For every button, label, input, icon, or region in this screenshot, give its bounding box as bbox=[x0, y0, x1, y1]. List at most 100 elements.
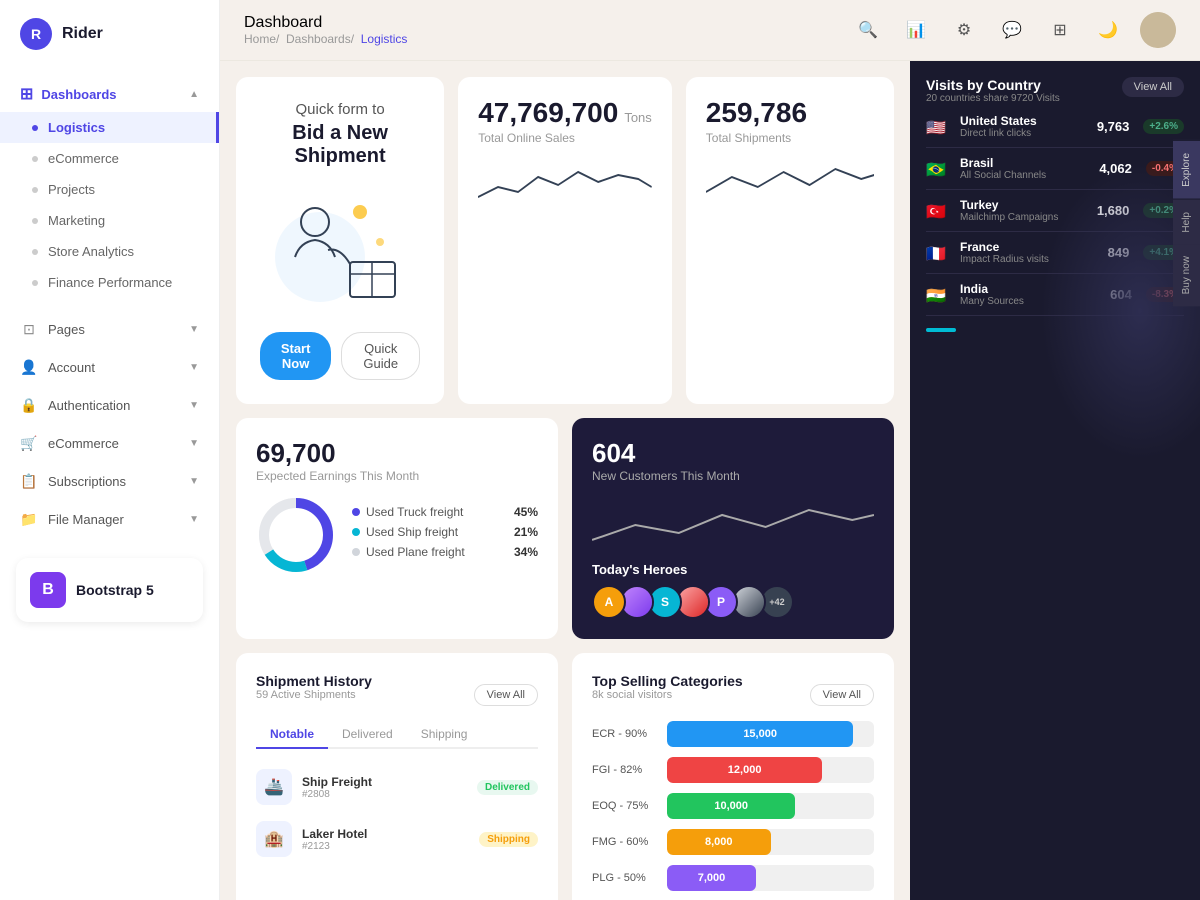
bar-bg: 8,000 bbox=[667, 829, 874, 855]
bar-fill: 10,000 bbox=[667, 793, 795, 819]
chevron-down-icon: ▼ bbox=[189, 438, 199, 449]
flag-us: 🇺🇸 bbox=[926, 118, 950, 136]
legend-truck: Used Truck freight 45% bbox=[352, 505, 538, 519]
status-badge: Delivered bbox=[477, 780, 538, 795]
side-tabs: Explore Help Buy now bbox=[1173, 140, 1200, 307]
right-panel: Visits by Country 20 countries share 972… bbox=[910, 61, 1200, 900]
dot-icon bbox=[32, 187, 38, 193]
tab-notable[interactable]: Notable bbox=[256, 721, 328, 749]
auth-icon: 🔒 bbox=[20, 396, 38, 414]
dot-icon bbox=[32, 125, 38, 131]
bar-fill: 15,000 bbox=[667, 721, 853, 747]
dot-icon bbox=[32, 249, 38, 255]
quick-guide-button[interactable]: Quick Guide bbox=[341, 332, 420, 380]
bar-bg: 12,000 bbox=[667, 757, 874, 783]
pages-icon: ⊡ bbox=[20, 320, 38, 338]
subscriptions-icon: 📋 bbox=[20, 472, 38, 490]
page-header: Dashboard Home/ Dashboards/ Logistics 🔍 … bbox=[220, 0, 1200, 61]
visits-view-all[interactable]: View All bbox=[1122, 77, 1184, 97]
online-sales-label: Total Online Sales bbox=[478, 131, 652, 145]
shipments-chart bbox=[706, 157, 874, 207]
list-item: PLG - 50% 7,000 bbox=[592, 865, 874, 891]
flag-fr: 🇫🇷 bbox=[926, 244, 950, 262]
sidebar-item-store-analytics[interactable]: Store Analytics bbox=[0, 236, 219, 267]
earnings-card: 69,700 Expected Earnings This Month bbox=[236, 418, 558, 639]
sidebar-item-file-manager[interactable]: 📁 File Manager ▼ bbox=[0, 500, 219, 538]
sidebar-item-subscriptions[interactable]: 📋 Subscriptions ▼ bbox=[0, 462, 219, 500]
search-icon[interactable]: 🔍 bbox=[852, 14, 884, 46]
country-name: India bbox=[960, 282, 1100, 296]
legend-ship: Used Ship freight 21% bbox=[352, 525, 538, 539]
online-sales-chart bbox=[478, 157, 652, 207]
earnings-label: Expected Earnings This Month bbox=[256, 469, 538, 483]
dashboards-label: ⊞ Dashboards bbox=[20, 84, 117, 104]
country-name: Brasil bbox=[960, 156, 1089, 170]
bar-fill: 12,000 bbox=[667, 757, 822, 783]
heroes-area: Today's Heroes A S P bbox=[592, 562, 874, 619]
list-item: ECR - 90% 15,000 bbox=[592, 721, 874, 747]
content-area: Quick form to Bid a New Shipment bbox=[220, 61, 910, 900]
donut-chart bbox=[256, 495, 336, 575]
bar-bg: 10,000 bbox=[667, 793, 874, 819]
shipment-header: Shipment History 59 Active Shipments Vie… bbox=[256, 673, 538, 717]
country-info: France Impact Radius visits bbox=[960, 240, 1098, 265]
chat-icon[interactable]: 💬 bbox=[996, 14, 1028, 46]
user-avatar[interactable] bbox=[1140, 12, 1176, 48]
new-customers-card: 604 New Customers This Month Today's Her… bbox=[572, 418, 894, 639]
explore-tab[interactable]: Explore bbox=[1173, 140, 1200, 199]
breadcrumb: Home/ Dashboards/ Logistics bbox=[244, 32, 407, 46]
shipment-tabs: Notable Delivered Shipping bbox=[256, 721, 538, 749]
buy-now-tab[interactable]: Buy now bbox=[1173, 244, 1200, 306]
settings-icon[interactable]: ⚙ bbox=[948, 14, 980, 46]
sidebar-item-logistics[interactable]: Logistics bbox=[0, 112, 219, 143]
dashboards-group[interactable]: ⊞ Dashboards ▲ bbox=[0, 76, 219, 112]
country-name: France bbox=[960, 240, 1098, 254]
categories-view-all[interactable]: View All bbox=[810, 684, 874, 706]
shipment-history-card: Shipment History 59 Active Shipments Vie… bbox=[236, 653, 558, 900]
online-sales-unit: Tons bbox=[624, 110, 651, 125]
country-visits: 9,763 bbox=[1097, 119, 1130, 134]
shipment-id: #2123 bbox=[302, 841, 469, 852]
sidebar-item-authentication[interactable]: 🔒 Authentication ▼ bbox=[0, 386, 219, 424]
country-name: Turkey bbox=[960, 198, 1087, 212]
sidebar-item-projects[interactable]: Projects bbox=[0, 174, 219, 205]
start-now-button[interactable]: Start Now bbox=[260, 332, 331, 380]
country-source: All Social Channels bbox=[960, 170, 1089, 181]
bar-chart-icon[interactable]: 📊 bbox=[900, 14, 932, 46]
country-info: Turkey Mailchimp Campaigns bbox=[960, 198, 1087, 223]
country-source: Mailchimp Campaigns bbox=[960, 212, 1087, 223]
cat-label: FGI - 82% bbox=[592, 764, 657, 776]
sidebar-item-pages[interactable]: ⊡ Pages ▼ bbox=[0, 310, 219, 348]
earnings-number: 69,700 bbox=[256, 438, 538, 469]
bar-value: 15,000 bbox=[743, 728, 777, 740]
sidebar-item-ecommerce[interactable]: eCommerce bbox=[0, 143, 219, 174]
bar-bg: 7,000 bbox=[667, 865, 874, 891]
ship-dot bbox=[352, 528, 360, 536]
categories-subtitle: 8k social visitors bbox=[592, 689, 743, 701]
sidebar-item-marketing[interactable]: Marketing bbox=[0, 205, 219, 236]
country-row-tr: 🇹🇷 Turkey Mailchimp Campaigns 1,680 +0.2… bbox=[926, 190, 1184, 232]
grid-icon[interactable]: ⊞ bbox=[1044, 14, 1076, 46]
bar-fill: 7,000 bbox=[667, 865, 756, 891]
chevron-down-icon: ▼ bbox=[189, 476, 199, 487]
sidebar-item-account[interactable]: 👤 Account ▼ bbox=[0, 348, 219, 386]
app-logo[interactable]: R Rider bbox=[0, 0, 219, 68]
table-row: 🏨 Laker Hotel #2123 Shipping bbox=[256, 813, 538, 865]
categories-title: Top Selling Categories bbox=[592, 673, 743, 689]
tab-delivered[interactable]: Delivered bbox=[328, 721, 407, 749]
tab-shipping[interactable]: Shipping bbox=[407, 721, 482, 749]
freight-legend: Used Truck freight 45% Used Ship freight… bbox=[352, 505, 538, 565]
theme-toggle[interactable]: 🌙 bbox=[1092, 14, 1124, 46]
shipment-subtitle: 59 Active Shipments bbox=[256, 689, 372, 701]
shipment-view-all[interactable]: View All bbox=[474, 684, 538, 706]
sidebar-item-ecommerce-top[interactable]: 🛒 eCommerce ▼ bbox=[0, 424, 219, 462]
help-tab[interactable]: Help bbox=[1173, 199, 1200, 245]
sidebar-item-finance[interactable]: Finance Performance bbox=[0, 267, 219, 298]
bar-value: 8,000 bbox=[705, 836, 733, 848]
bar-fill: 8,000 bbox=[667, 829, 771, 855]
page-title: Dashboard bbox=[244, 14, 407, 32]
chevron-down-icon: ▼ bbox=[189, 400, 199, 411]
shipment-icon: 🚢 bbox=[256, 769, 292, 805]
cat-label: EOQ - 75% bbox=[592, 800, 657, 812]
countries-list: 🇺🇸 United States Direct link clicks 9,76… bbox=[926, 106, 1184, 316]
